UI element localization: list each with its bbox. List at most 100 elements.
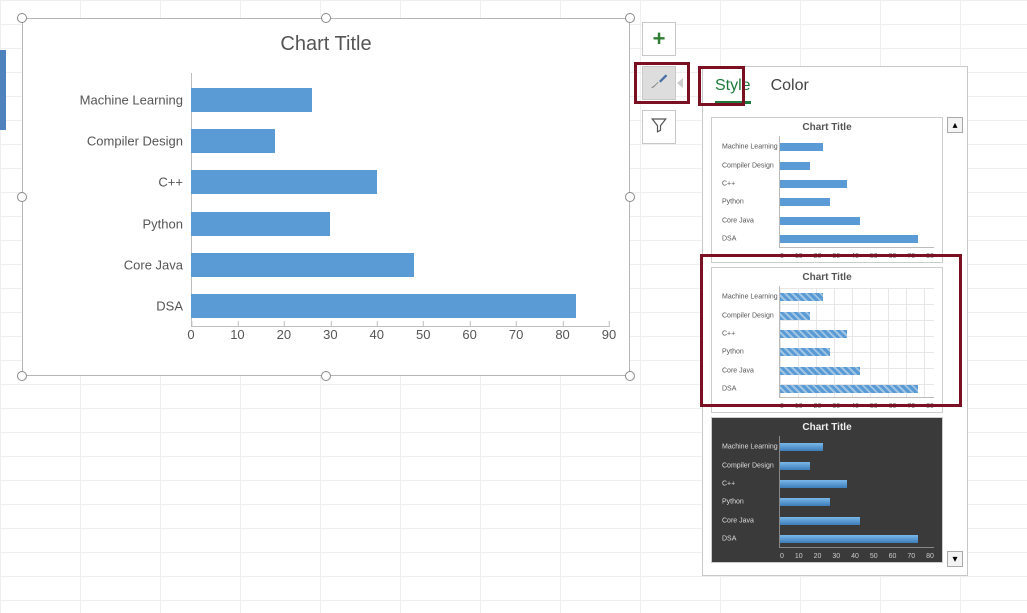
preview-x-tick: 60 [889,253,897,260]
chart-title[interactable]: Chart Title [23,19,629,56]
preview-bar [780,198,830,206]
y-axis-labels: Machine LearningCompiler DesignC++Python… [63,79,183,327]
style-pane-scrollbar: ▴ ▾ [947,117,963,567]
preview-bar [780,498,830,506]
plot-area[interactable]: Machine LearningCompiler DesignC++Python… [63,79,609,345]
selection-handle[interactable] [625,371,635,381]
preview-x-tick: 70 [907,403,915,410]
funnel-icon [650,116,668,139]
x-axis-tick: 70 [509,327,523,342]
preview-category: Python [722,199,744,206]
preview-category: Machine Learning [722,444,778,451]
preview-category: Compiler Design [722,162,774,169]
preview-x-tick: 80 [926,553,934,560]
selection-handle[interactable] [17,192,27,202]
style-preview-light[interactable]: Chart Title Machine Learning Compiler Desi… [711,117,943,263]
preview-category: Python [722,499,744,506]
chart-object[interactable]: Chart Title Machine Learning Compiler Des… [22,18,630,376]
x-axis-tick: 10 [230,327,244,342]
chart-filter-button[interactable] [642,110,676,144]
preview-x-tick-row: 01020304050607080 [780,403,934,410]
scroll-up-button[interactable]: ▴ [947,117,963,133]
preview-category: DSA [722,235,736,242]
preview-x-tick: 60 [889,553,897,560]
x-axis-tick: 80 [555,327,569,342]
chart-styles-button[interactable] [642,66,676,100]
preview-x-tick: 20 [814,403,822,410]
chart-bar[interactable] [191,129,275,153]
preview-category: Compiler Design [722,312,774,319]
preview-x-tick: 0 [780,403,784,410]
selection-handle[interactable] [321,13,331,23]
preview-category: Machine Learning [722,294,778,301]
chart-style-pane: Style Color Chart Title Machine Learning C… [702,66,968,576]
y-axis-category: Compiler Design [87,134,183,149]
preview-bar [780,348,830,356]
preview-bar [780,217,860,225]
preview-x-tick: 0 [780,253,784,260]
preview-x-tick: 40 [851,553,859,560]
style-preview-list[interactable]: Chart Title Machine Learning Compiler Desi… [711,113,943,567]
preview-x-tick: 30 [832,253,840,260]
preview-category: Core Java [722,217,754,224]
x-axis-tick: 60 [462,327,476,342]
chart-bar[interactable] [191,170,377,194]
preview-bar [780,312,810,320]
preview-x-tick: 80 [926,403,934,410]
y-axis-category: DSA [156,299,183,314]
preview-title: Chart Title [712,118,942,133]
preview-x-tick: 80 [926,253,934,260]
preview-x-tick: 10 [795,403,803,410]
preview-x-tick: 50 [870,253,878,260]
preview-x-tick: 10 [795,253,803,260]
chart-bar[interactable] [191,212,330,236]
preview-x-tick: 50 [870,553,878,560]
preview-x-tick: 10 [795,553,803,560]
preview-x-tick: 70 [907,553,915,560]
preview-x-tick: 0 [780,553,784,560]
preview-bar [780,443,823,451]
x-axis-tick: 50 [416,327,430,342]
style-preview-hatch[interactable]: Chart TitleMachine LearningCompiler Desi… [711,267,943,413]
selection-handle[interactable] [625,13,635,23]
preview-x-tick-row: 01020304050607080 [780,253,934,260]
preview-category: Python [722,349,744,356]
preview-category: Core Java [722,517,754,524]
selection-handle[interactable] [321,371,331,381]
tab-color[interactable]: Color [771,77,809,104]
partial-bar-left [0,50,6,130]
chart-bar[interactable] [191,88,312,112]
preview-bar [780,385,918,393]
chart-elements-button[interactable]: + [642,22,676,56]
plus-icon: + [653,28,666,50]
preview-x-tick: 30 [832,403,840,410]
preview-category: DSA [722,385,736,392]
x-axis-tick: 20 [277,327,291,342]
preview-bar [780,143,823,151]
preview-bar [780,535,918,543]
chart-bar[interactable] [191,294,576,318]
preview-bar [780,330,847,338]
tab-style[interactable]: Style [715,77,751,104]
preview-x-tick: 40 [851,403,859,410]
preview-bar [780,462,810,470]
selection-handle[interactable] [17,13,27,23]
style-pane-tabs: Style Color [703,67,967,108]
y-axis-category: Core Java [124,258,183,273]
preview-bar [780,293,823,301]
style-preview-dark[interactable]: Chart TitleMachine LearningCompiler Desi… [711,417,943,563]
preview-category: Machine Learning [722,144,778,151]
preview-bar [780,367,860,375]
selection-handle[interactable] [625,192,635,202]
x-axis-tick: 30 [323,327,337,342]
preview-category: C++ [722,330,735,337]
selection-handle[interactable] [17,371,27,381]
chart-bars[interactable] [191,79,609,327]
y-axis-category: Machine Learning [80,92,183,107]
chart-bar[interactable] [191,253,414,277]
preview-x-tick: 40 [851,253,859,260]
paintbrush-icon [649,71,669,96]
preview-category: DSA [722,535,736,542]
preview-title: Chart Title [712,418,942,433]
scroll-down-button[interactable]: ▾ [947,551,963,567]
